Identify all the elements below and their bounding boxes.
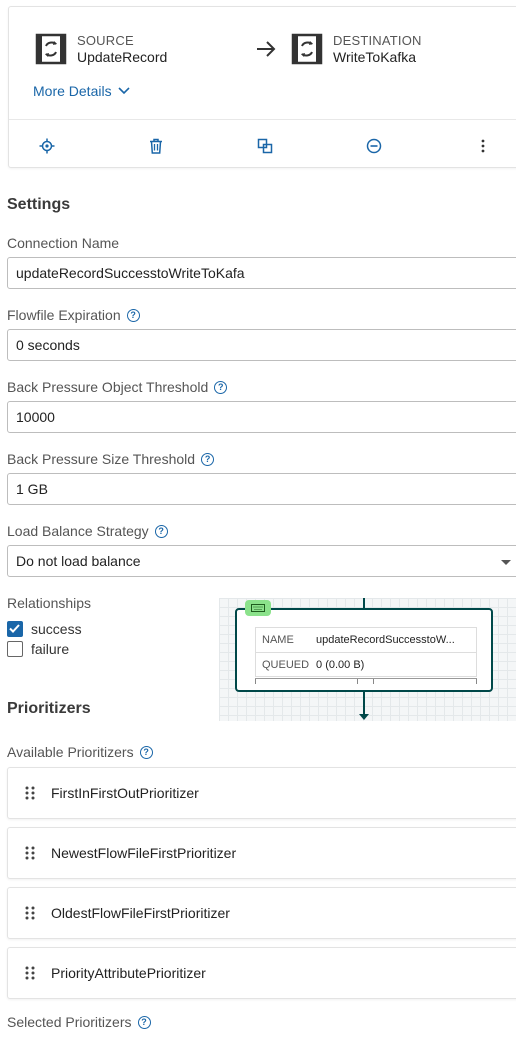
queued-value: 0 (0.00 B) [316,659,476,671]
flowfile-expiration-input[interactable] [7,329,516,361]
success-checkbox[interactable] [7,621,23,637]
prioritizer-label: FirstInFirstOutPrioritizer [51,785,199,801]
selected-prioritizers-label-text: Selected Prioritizers [7,1014,132,1030]
prioritizer-label: OldestFlowFileFirstPrioritizer [51,905,230,921]
connection-name-input[interactable] [7,257,516,289]
copy-icon [257,138,273,154]
drag-handle-icon[interactable] [25,906,35,920]
queued-key: QUEUED [262,658,310,671]
drag-handle-icon[interactable] [25,846,35,860]
copy-button[interactable] [252,133,278,159]
queued-count: 0 [316,658,323,671]
bar-tick [255,679,256,684]
connection-name-row: NAME updateRecordSuccesstoW... [256,628,476,652]
prioritizer-label: PriorityAttributePrioritizer [51,965,206,981]
flowfile-expiration-label: Flowfile Expiration ? [7,307,140,323]
prioritizer-item[interactable]: NewestFlowFileFirstPrioritizer [7,827,516,879]
locate-button[interactable] [34,133,60,159]
load-balance-badge-icon [245,600,271,616]
destination-name: WriteToKafka [333,49,416,65]
connection-stats-table: NAME updateRecordSuccesstoW... QUEUED 0 … [255,627,477,677]
prioritizer-item[interactable]: FirstInFirstOutPrioritizer [7,767,516,819]
destination-kind-label: DESTINATION [333,33,422,48]
bp-size-threshold-input[interactable] [7,473,516,505]
bp-size-threshold-label: Back Pressure Size Threshold ? [7,451,215,467]
load-balance-selected: Do not load balance [16,553,141,569]
more-actions-button[interactable] [470,133,496,159]
drag-handle-icon[interactable] [25,966,35,980]
help-icon[interactable]: ? [214,380,228,394]
keyboard-icon [251,604,265,612]
bar-tick [373,679,374,684]
source-endpoint: SOURCE UpdateRecord [35,33,167,65]
failure-checkbox[interactable] [7,641,23,657]
load-balance-label-text: Load Balance Strategy [7,523,149,539]
bp-object-threshold-input[interactable] [7,401,516,433]
connection-name-label-text: Connection Name [7,235,120,251]
relationships-label-text: Relationships [7,595,92,611]
available-prioritizers-label: Available Prioritizers ? [7,744,153,760]
remove-button[interactable] [361,133,387,159]
help-icon[interactable]: ? [201,452,215,466]
help-icon[interactable]: ? [154,524,168,538]
success-label: success [31,621,82,637]
prioritizers-heading: Prioritizers [7,700,91,717]
remove-circle-icon [366,138,382,154]
delete-button[interactable] [143,133,169,159]
flowfile-expiration-label-text: Flowfile Expiration [7,307,121,323]
card-divider [9,119,516,120]
arrow-right-icon [257,41,276,57]
destination-endpoint: DESTINATION WriteToKafka [291,33,422,65]
more-details-label: More Details [33,83,112,99]
selected-prioritizers-label: Selected Prioritizers ? [7,1014,151,1030]
drag-handle-icon[interactable] [25,786,35,800]
check-icon [9,624,20,633]
connection-arrowhead [359,714,369,720]
bp-size-threshold-label-text: Back Pressure Size Threshold [7,451,196,467]
source-kind-label: SOURCE [77,33,134,48]
connection-preview: NAME updateRecordSuccesstoW... QUEUED 0 … [219,598,516,721]
delete-icon [150,138,162,154]
locate-icon [39,138,55,154]
bp-object-threshold-label: Back Pressure Object Threshold ? [7,379,228,395]
source-name: UpdateRecord [77,49,168,65]
bar-tick [476,679,477,684]
help-icon[interactable]: ? [139,745,153,759]
failure-label: failure [31,641,70,657]
name-key: NAME [262,634,294,646]
name-value: updateRecordSuccesstoW... [316,634,455,646]
relationships-label: Relationships [7,595,91,611]
bp-object-threshold-label-text: Back Pressure Object Threshold [7,379,209,395]
connection-name-label: Connection Name [7,235,119,251]
processor-icon [35,33,67,65]
connection-box: NAME updateRecordSuccesstoW... QUEUED 0 … [235,608,493,692]
more-vert-icon [481,139,485,153]
queued-size: (0.00 B) [325,658,365,671]
connection-summary-card: SOURCE UpdateRecord DESTINATION WriteToK… [8,6,516,168]
prioritizer-item[interactable]: PriorityAttributePrioritizer [7,947,516,999]
chevron-down-icon [118,87,130,95]
settings-heading: Settings [7,196,71,213]
connection-line-out [363,692,365,716]
queue-progress-bar [255,678,477,684]
processor-icon [291,33,323,65]
help-icon[interactable]: ? [137,1015,151,1029]
help-icon[interactable]: ? [126,308,140,322]
prioritizer-label: NewestFlowFileFirstPrioritizer [51,845,237,861]
available-prioritizers-label-text: Available Prioritizers [7,744,134,760]
connection-line-in [363,598,365,608]
connection-queued-row: QUEUED 0 (0.00 B) [256,652,476,676]
load-balance-select[interactable]: Do not load balance [7,545,516,577]
dropdown-caret-icon [501,560,511,565]
more-details-link[interactable]: More Details [33,83,130,99]
bar-tick [357,679,358,684]
prioritizer-item[interactable]: OldestFlowFileFirstPrioritizer [7,887,516,939]
load-balance-label: Load Balance Strategy ? [7,523,168,539]
